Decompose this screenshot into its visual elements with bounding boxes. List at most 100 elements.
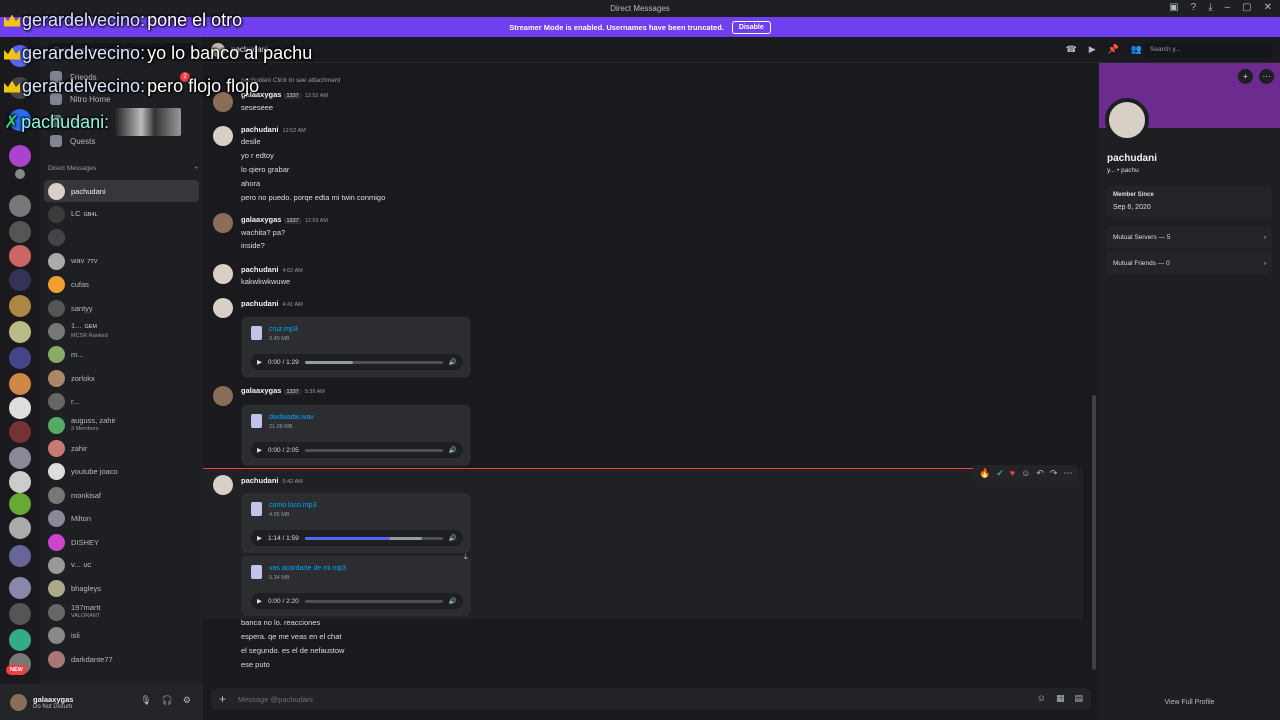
- audio-progress-slider[interactable]: [304, 448, 443, 452]
- author-name[interactable]: galaaxygas 1337 5:38 AM: [241, 386, 325, 395]
- attachment-filename[interactable]: como loco.mp3: [269, 502, 316, 509]
- dm-item[interactable]: isli: [44, 625, 199, 647]
- dm-item[interactable]: darkdante77: [44, 648, 199, 670]
- download-icon[interactable]: ⤓: [1208, 2, 1212, 13]
- author-avatar[interactable]: [213, 213, 233, 233]
- author-avatar[interactable]: [213, 264, 233, 284]
- server-icon[interactable]: [9, 493, 31, 515]
- volume-icon[interactable]: 🔊: [449, 534, 457, 542]
- dm-item[interactable]: 1... GEM MCSR Ranked: [44, 320, 199, 342]
- author-name[interactable]: pachudani 4:41 AM: [241, 299, 303, 308]
- server-icon[interactable]: [9, 269, 31, 291]
- volume-icon[interactable]: 🔊: [449, 358, 457, 366]
- profile-avatar[interactable]: [1105, 98, 1149, 142]
- server-icon[interactable]: [9, 295, 31, 317]
- reply-icon[interactable]: ↶: [1036, 468, 1044, 479]
- apps-icon[interactable]: ▦: [1056, 693, 1065, 704]
- more-icon[interactable]: ⋯: [1063, 468, 1072, 479]
- add-dm-icon[interactable]: +: [194, 165, 198, 172]
- dm-item[interactable]: [44, 227, 199, 249]
- gift-icon[interactable]: ▤: [1074, 693, 1083, 704]
- dm-item[interactable]: wav 7TV: [44, 250, 199, 272]
- author-name[interactable]: pachudani 12:52 AM: [241, 125, 306, 134]
- dm-item[interactable]: m...: [44, 344, 199, 366]
- author-name[interactable]: galaaxygas 1337 12:53 AM: [241, 215, 328, 224]
- dm-item[interactable]: youtube joaco: [44, 461, 199, 483]
- user-avatar[interactable]: [10, 693, 27, 711]
- server-icon[interactable]: [9, 447, 31, 469]
- video-icon[interactable]: ▶: [1089, 44, 1096, 55]
- dm-item[interactable]: monkisaf: [44, 484, 199, 506]
- audio-progress-slider[interactable]: [304, 536, 443, 540]
- header-search-input[interactable]: Search y...: [1144, 42, 1272, 58]
- call-icon[interactable]: ☎: [1066, 44, 1077, 55]
- add-friend-icon[interactable]: 👥: [1131, 44, 1142, 55]
- play-icon[interactable]: ▶: [257, 358, 262, 366]
- server-icon[interactable]: [9, 373, 31, 395]
- disable-streamer-button[interactable]: Disable: [731, 20, 771, 34]
- minimize-icon[interactable]: –: [1225, 2, 1231, 13]
- user-name[interactable]: galaaxygas Do Not Disturb: [33, 695, 73, 710]
- dm-item[interactable]: pachudani: [44, 180, 199, 202]
- view-full-profile-link[interactable]: View Full Profile: [1099, 699, 1280, 706]
- close-icon[interactable]: ✕: [1264, 2, 1272, 13]
- download-attachment-icon[interactable]: ⤓: [464, 552, 468, 562]
- server-icon[interactable]: [9, 347, 31, 369]
- inbox-icon[interactable]: ▣: [1169, 2, 1178, 13]
- attachment-filename[interactable]: cruz.mp3: [269, 326, 298, 333]
- dm-item[interactable]: bhagleys: [44, 578, 199, 600]
- server-icon[interactable]: [9, 577, 31, 599]
- check-reaction-icon[interactable]: ✔: [996, 468, 1004, 479]
- forward-icon[interactable]: ↷: [1050, 468, 1058, 479]
- play-icon[interactable]: ▶: [257, 597, 262, 605]
- audio-progress-slider[interactable]: [304, 599, 443, 603]
- author-avatar[interactable]: [213, 298, 233, 318]
- server-icon[interactable]: [9, 221, 31, 243]
- more-icon[interactable]: ⋯: [1259, 69, 1274, 84]
- attachment-filename[interactable]: dwdwadw.wav: [269, 414, 314, 421]
- settings-icon[interactable]: ⚙: [183, 695, 191, 706]
- server-icon[interactable]: [15, 169, 25, 179]
- author-avatar[interactable]: [213, 386, 233, 406]
- dm-item[interactable]: r...: [44, 391, 199, 413]
- dm-item[interactable]: zorlokx: [44, 367, 199, 389]
- add-attachment-icon[interactable]: +: [219, 692, 226, 706]
- server-icon[interactable]: [9, 195, 31, 217]
- dm-item[interactable]: LC GB4L: [44, 203, 199, 225]
- server-icon[interactable]: [9, 545, 31, 567]
- server-icon[interactable]: [9, 471, 31, 493]
- server-icon[interactable]: [9, 629, 31, 651]
- message-scrollbar[interactable]: [1092, 395, 1096, 670]
- play-icon[interactable]: ▶: [257, 446, 262, 454]
- headphones-icon[interactable]: 🎧: [162, 695, 173, 706]
- server-icon[interactable]: [9, 603, 31, 625]
- maximize-icon[interactable]: ▢: [1242, 2, 1251, 13]
- fire-reaction-icon[interactable]: 🔥: [979, 468, 990, 479]
- dm-item[interactable]: auguss, zahir 3 Members: [44, 414, 199, 436]
- emoji-icon[interactable]: ☺: [1037, 693, 1046, 704]
- server-icon[interactable]: [9, 245, 31, 267]
- server-icon[interactable]: [9, 517, 31, 539]
- add-friend-icon[interactable]: +: [1238, 69, 1253, 84]
- server-icon[interactable]: [9, 321, 31, 343]
- pin-icon[interactable]: 📌: [1108, 44, 1119, 55]
- mutual-friends-row[interactable]: Mutual Friends — 0 ›: [1107, 252, 1272, 274]
- dm-item[interactable]: zahir: [44, 437, 199, 459]
- microphone-icon[interactable]: 🎙: [140, 695, 151, 706]
- heart-reaction-icon[interactable]: ♥: [1010, 468, 1015, 478]
- server-icon[interactable]: [9, 397, 31, 419]
- dm-item[interactable]: v... UC: [44, 554, 199, 576]
- author-name[interactable]: pachudani 4:02 AM: [241, 265, 303, 274]
- help-icon[interactable]: ?: [1191, 2, 1197, 13]
- play-icon[interactable]: ▶: [257, 534, 262, 542]
- dm-item[interactable]: DISHEY: [44, 531, 199, 553]
- server-icon[interactable]: [9, 421, 31, 443]
- author-avatar[interactable]: [213, 126, 233, 146]
- server-icon[interactable]: [9, 145, 31, 167]
- author-name[interactable]: pachudani 5:42 AM: [241, 476, 303, 485]
- mutual-servers-row[interactable]: Mutual Servers — 5 ›: [1107, 226, 1272, 248]
- dm-item[interactable]: cufas: [44, 274, 199, 296]
- add-reaction-icon[interactable]: ☺: [1021, 468, 1030, 478]
- dm-item[interactable]: Milton: [44, 508, 199, 530]
- audio-progress-slider[interactable]: [304, 360, 443, 364]
